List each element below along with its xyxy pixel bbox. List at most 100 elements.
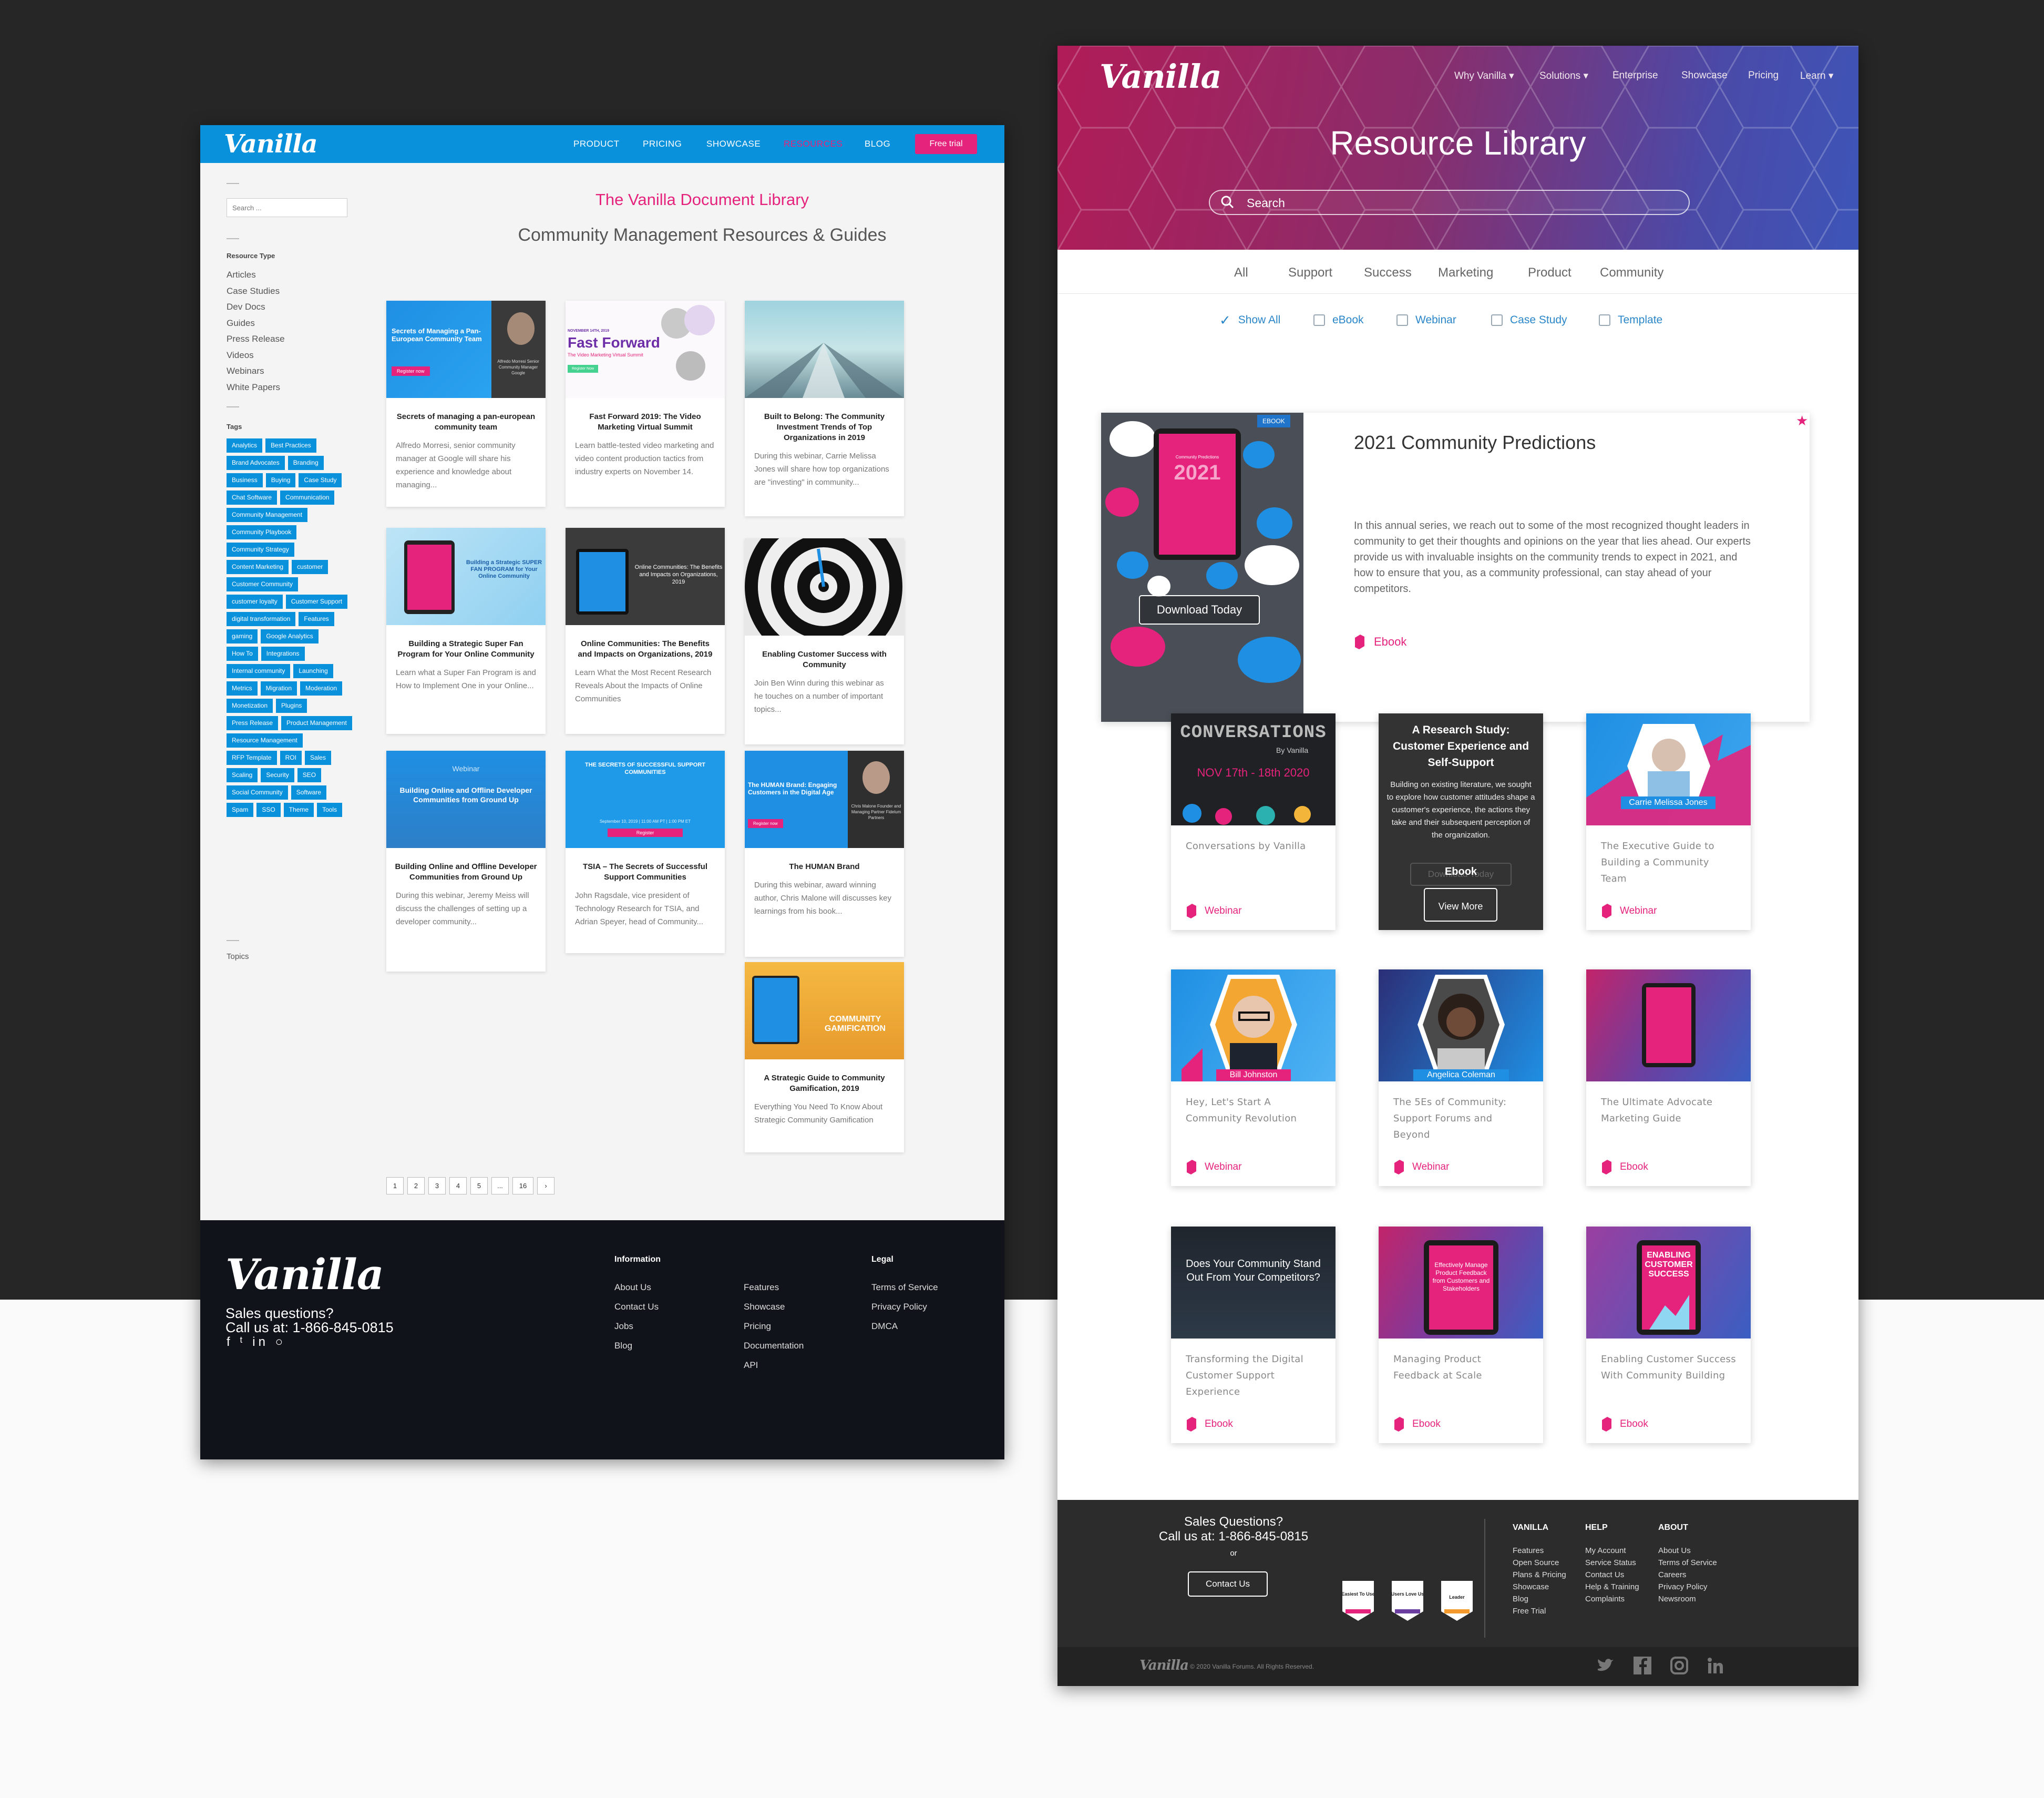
footer-link-terms[interactable]: Terms of Service: [1658, 1557, 1717, 1569]
checkbox[interactable]: [1396, 314, 1408, 326]
footer-link-free-trial[interactable]: Free Trial: [1513, 1606, 1566, 1618]
checkbox[interactable]: [1313, 314, 1325, 326]
footer-link-privacy[interactable]: Privacy Policy: [871, 1298, 938, 1317]
resource-type-videos[interactable]: Videos: [227, 348, 285, 364]
resource-card[interactable]: ENABLING CUSTOMER SUCCESS Enabling Custo…: [1586, 1227, 1751, 1443]
tag-chip[interactable]: Launching: [293, 664, 333, 678]
tag-chip[interactable]: Analytics: [227, 438, 263, 453]
footer-link-help-training[interactable]: Help & Training: [1585, 1581, 1639, 1593]
tag-chip[interactable]: Community Playbook: [227, 525, 297, 539]
resource-card[interactable]: Does Your Community Stand Out From Your …: [1171, 1227, 1336, 1443]
tag-chip[interactable]: Features: [299, 612, 334, 626]
page-4-button[interactable]: 4: [449, 1177, 467, 1194]
footer-phone[interactable]: Call us at: 1-866-845-0815: [225, 1321, 394, 1335]
resource-type-case-studies[interactable]: Case Studies: [227, 283, 285, 300]
tag-chip[interactable]: customer loyalty: [227, 595, 283, 609]
footer-link-jobs[interactable]: Jobs: [614, 1317, 659, 1336]
footer-link-privacy[interactable]: Privacy Policy: [1658, 1581, 1717, 1593]
footer-link-blog[interactable]: Blog: [614, 1336, 659, 1356]
tab-all[interactable]: All: [1234, 265, 1248, 280]
footer-link-features[interactable]: Features: [744, 1278, 804, 1298]
resource-card[interactable]: Built to Belong: The Community Investmen…: [745, 301, 904, 516]
facebook-icon[interactable]: [1634, 1657, 1651, 1674]
tag-chip[interactable]: Best Practices: [265, 438, 316, 453]
page-3-button[interactable]: 3: [428, 1177, 446, 1194]
footer-vanilla-logo[interactable]: Vanilla: [1139, 1658, 1189, 1673]
tab-product[interactable]: Product: [1528, 265, 1571, 280]
resource-card[interactable]: Webinar Building Online and Offline Deve…: [386, 751, 546, 972]
star-icon[interactable]: ★: [1796, 413, 1808, 429]
resource-type-dev-docs[interactable]: Dev Docs: [227, 299, 285, 315]
resource-card[interactable]: COMMUNITY GAMIFICATION A Strategic Guide…: [745, 962, 904, 1152]
resource-card[interactable]: The Ultimate Advocate Marketing Guide Eb…: [1586, 969, 1751, 1186]
tag-chip[interactable]: Integrations: [261, 647, 305, 661]
nav-pricing[interactable]: PRICING: [643, 139, 682, 149]
footer-link-complaints[interactable]: Complaints: [1585, 1593, 1639, 1606]
resource-card[interactable]: Effectively Manage Product Feedback from…: [1379, 1227, 1543, 1443]
tag-chip[interactable]: SEO: [297, 768, 322, 782]
free-trial-button[interactable]: Free trial: [915, 134, 977, 154]
tag-chip[interactable]: How To: [227, 647, 258, 661]
tag-chip[interactable]: gaming: [227, 629, 258, 643]
nav-why-vanilla[interactable]: Why Vanilla ▾: [1454, 70, 1514, 82]
tag-chip[interactable]: Plugins: [276, 699, 307, 713]
tag-chip[interactable]: Tools: [317, 803, 343, 817]
resource-card[interactable]: CONVERSATIONS By Vanilla NOV 17th - 18th…: [1171, 713, 1336, 930]
resource-card[interactable]: Bill Johnston Hey, Let's Start A Communi…: [1171, 969, 1336, 1186]
footer-link-careers[interactable]: Careers: [1658, 1569, 1717, 1581]
footer-link-dmca[interactable]: DMCA: [871, 1317, 938, 1336]
resource-card[interactable]: Online Communities: The Benefits and Imp…: [566, 528, 725, 734]
tag-chip[interactable]: Security: [261, 768, 294, 782]
footer-link-about-us[interactable]: About Us: [1658, 1545, 1717, 1557]
nav-blog[interactable]: BLOG: [865, 139, 890, 149]
tag-chip[interactable]: Brand Advocates: [227, 456, 285, 470]
resource-card[interactable]: The HUMAN Brand: Engaging Customers in t…: [745, 751, 904, 957]
tag-chip[interactable]: digital transformation: [227, 612, 296, 626]
resource-type-guides[interactable]: Guides: [227, 315, 285, 332]
tag-chip[interactable]: ROI: [280, 751, 302, 765]
resource-card[interactable]: THE SECRETS OF SUCCESSFUL SUPPORT COMMUN…: [566, 751, 725, 953]
checkbox[interactable]: [1599, 314, 1610, 326]
tag-chip[interactable]: Customer Community: [227, 577, 299, 591]
tag-chip[interactable]: Google Analytics: [261, 629, 319, 643]
resource-type-webinars[interactable]: Webinars: [227, 363, 285, 380]
footer-link-documentation[interactable]: Documentation: [744, 1336, 804, 1356]
resource-card[interactable]: Secrets of Managing a Pan-European Commu…: [386, 301, 546, 507]
footer-link-pricing[interactable]: Pricing: [744, 1317, 804, 1336]
featured-resource-card[interactable]: Community Predictions 2021 EBOOK Downloa…: [1101, 413, 1810, 722]
resource-type-articles[interactable]: Articles: [227, 267, 285, 283]
tag-chip[interactable]: Spam: [227, 803, 254, 817]
contact-us-button[interactable]: Contact Us: [1188, 1571, 1268, 1597]
footer-link-service-status[interactable]: Service Status: [1585, 1557, 1639, 1569]
nav-enterprise[interactable]: Enterprise: [1612, 70, 1658, 81]
vanilla-logo[interactable]: Vanilla: [224, 129, 318, 159]
resource-type-press-release[interactable]: Press Release: [227, 331, 285, 348]
resource-card[interactable]: NOVEMBER 14TH, 2019 Fast Forward The Vid…: [566, 301, 725, 507]
footer-link-features[interactable]: Features: [1513, 1545, 1566, 1557]
footer-link-contact-us[interactable]: Contact Us: [1585, 1569, 1639, 1581]
tag-chip[interactable]: Scaling: [227, 768, 258, 782]
filter-webinar[interactable]: Webinar: [1396, 314, 1456, 326]
resource-card[interactable]: Angelica Coleman The 5Es of Community: S…: [1379, 969, 1543, 1186]
tag-chip[interactable]: Moderation: [300, 681, 343, 696]
footer-link-blog[interactable]: Blog: [1513, 1593, 1566, 1606]
nav-solutions[interactable]: Solutions ▾: [1539, 70, 1588, 82]
nav-pricing[interactable]: Pricing: [1748, 70, 1779, 81]
resource-card[interactable]: Carrie Melissa Jones The Executive Guide…: [1586, 713, 1751, 930]
instagram-icon[interactable]: [1670, 1657, 1688, 1674]
vanilla-logo[interactable]: Vanilla: [1100, 57, 1221, 96]
tag-chip[interactable]: Software: [291, 785, 327, 800]
tag-chip[interactable]: Branding: [287, 456, 324, 470]
tag-chip[interactable]: Metrics: [227, 681, 258, 696]
tag-chip[interactable]: Press Release: [227, 716, 279, 730]
topics-heading[interactable]: Topics: [227, 952, 249, 961]
download-today-button[interactable]: Download Today: [1139, 595, 1260, 625]
tag-chip[interactable]: Social Community: [227, 785, 288, 800]
page-2-button[interactable]: 2: [407, 1177, 425, 1194]
tag-chip[interactable]: Theme: [283, 803, 314, 817]
tag-chip[interactable]: RFP Template: [227, 751, 277, 765]
footer-link-newsroom[interactable]: Newsroom: [1658, 1593, 1717, 1606]
footer-vanilla-logo[interactable]: Vanilla: [225, 1250, 384, 1299]
page-1-button[interactable]: 1: [386, 1177, 404, 1194]
resource-card[interactable]: Enabling Customer Success with Community…: [745, 538, 904, 744]
